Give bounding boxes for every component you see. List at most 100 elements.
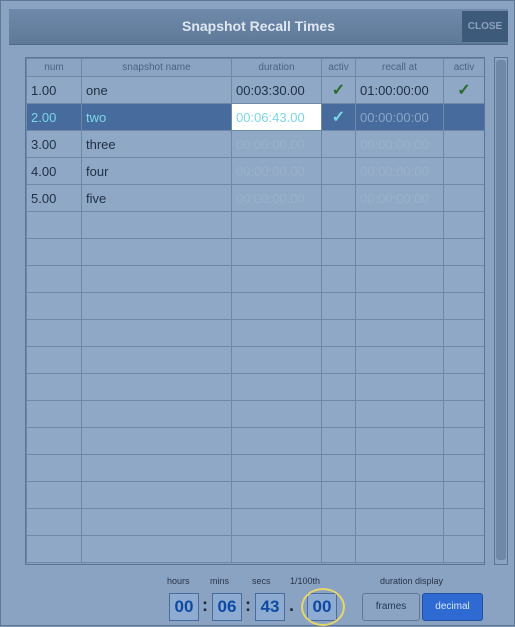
empty-table-row[interactable] [26,508,484,536]
empty-cell[interactable] [81,292,232,320]
empty-table-row[interactable] [26,400,484,428]
empty-cell[interactable] [81,373,232,401]
empty-cell[interactable] [26,400,82,428]
empty-cell[interactable] [81,346,232,374]
empty-cell[interactable] [321,265,356,293]
row-num[interactable]: 4.00 [26,157,82,185]
row-recall-active-checkbox[interactable] [443,184,484,212]
empty-cell[interactable] [355,319,444,347]
row-snapshot-name[interactable]: three [81,130,232,158]
empty-cell[interactable] [443,265,484,293]
empty-cell[interactable] [81,400,232,428]
row-num[interactable]: 1.00 [26,76,82,104]
empty-cell[interactable] [26,454,82,482]
empty-cell[interactable] [26,292,82,320]
empty-cell[interactable] [355,238,444,266]
row-num[interactable]: 5.00 [26,184,82,212]
empty-cell[interactable] [443,373,484,401]
row-recall-at[interactable]: 00:00:00:00 [355,157,444,185]
row-snapshot-name[interactable]: four [81,157,232,185]
empty-cell[interactable] [231,535,322,563]
empty-cell[interactable] [321,346,356,374]
row-duration-active-checkbox[interactable] [321,130,356,158]
row-snapshot-name[interactable]: five [81,184,232,212]
empty-cell[interactable] [26,535,82,563]
table-row[interactable]: 3.00 three 00:00:00.00 00:00:00:00 [26,130,484,158]
row-recall-at[interactable]: 00:00:00:00 [355,130,444,158]
empty-cell[interactable] [81,238,232,266]
close-button[interactable]: CLOSE [462,11,508,42]
table-row[interactable]: 1.00 one 00:03:30.00 ✓ 01:00:00:00 ✓ [26,76,484,104]
empty-cell[interactable] [321,427,356,455]
table-row[interactable]: 4.00 four 00:00:00.00 00:00:00:00 [26,157,484,185]
row-recall-at[interactable]: 01:00:00:00 [355,76,444,104]
empty-cell[interactable] [443,292,484,320]
empty-table-row[interactable] [26,238,484,266]
empty-table-row[interactable] [26,265,484,293]
empty-cell[interactable] [321,508,356,536]
vertical-scrollbar[interactable] [494,57,508,565]
empty-cell[interactable] [81,508,232,536]
empty-cell[interactable] [231,454,322,482]
empty-cell[interactable] [443,211,484,239]
row-duration-active-checkbox[interactable]: ✓ [321,103,356,131]
secs-field[interactable]: 43 [255,593,285,621]
empty-cell[interactable] [443,481,484,509]
empty-cell[interactable] [443,427,484,455]
row-duration[interactable]: 00:00:00.00 [231,157,322,185]
empty-cell[interactable] [231,292,322,320]
empty-cell[interactable] [321,535,356,563]
empty-cell[interactable] [355,454,444,482]
row-duration-active-checkbox[interactable]: ✓ [321,76,356,104]
empty-cell[interactable] [355,373,444,401]
empty-cell[interactable] [231,265,322,293]
empty-cell[interactable] [231,400,322,428]
empty-cell[interactable] [355,508,444,536]
empty-table-row[interactable] [26,454,484,482]
table-row[interactable]: 5.00 five 00:00:00.00 00:00:00:00 [26,184,484,212]
row-recall-at[interactable]: 00:00:00:00 [355,184,444,212]
empty-cell[interactable] [355,211,444,239]
empty-cell[interactable] [355,481,444,509]
row-recall-at[interactable]: 00:00:00:00 [355,103,444,131]
empty-cell[interactable] [443,319,484,347]
empty-cell[interactable] [231,211,322,239]
row-snapshot-name[interactable]: one [81,76,232,104]
row-num[interactable]: 2.00 [26,103,82,131]
empty-cell[interactable] [81,211,232,239]
row-duration-active-checkbox[interactable] [321,157,356,185]
hours-field[interactable]: 00 [169,593,199,621]
empty-cell[interactable] [81,481,232,509]
empty-cell[interactable] [443,535,484,563]
empty-table-row[interactable] [26,319,484,347]
empty-cell[interactable] [26,319,82,347]
decimal-button[interactable]: decimal [422,593,483,621]
empty-cell[interactable] [231,373,322,401]
empty-cell[interactable] [26,238,82,266]
empty-cell[interactable] [321,292,356,320]
empty-cell[interactable] [81,427,232,455]
row-duration[interactable]: 00:00:00.00 [231,130,322,158]
scrollbar-thumb[interactable] [496,60,506,560]
empty-cell[interactable] [26,427,82,455]
table-row-selected[interactable]: 2.00 two 00:06:43.00 ✓ 00:00:00:00 [26,103,484,131]
col-header-duration[interactable]: duration [231,58,322,77]
row-recall-active-checkbox[interactable] [443,103,484,131]
mins-field[interactable]: 06 [212,593,242,621]
empty-cell[interactable] [231,508,322,536]
empty-cell[interactable] [231,319,322,347]
empty-cell[interactable] [26,346,82,374]
col-header-snapshot-name[interactable]: snapshot name [81,58,232,77]
empty-cell[interactable] [26,508,82,536]
col-header-duration-active[interactable]: activ [321,58,356,77]
empty-cell[interactable] [26,373,82,401]
empty-cell[interactable] [81,265,232,293]
row-duration-active-checkbox[interactable] [321,184,356,212]
empty-cell[interactable] [443,238,484,266]
empty-cell[interactable] [81,535,232,563]
row-num[interactable]: 3.00 [26,130,82,158]
empty-cell[interactable] [231,481,322,509]
empty-cell[interactable] [355,292,444,320]
row-recall-active-checkbox[interactable] [443,157,484,185]
empty-cell[interactable] [355,535,444,563]
